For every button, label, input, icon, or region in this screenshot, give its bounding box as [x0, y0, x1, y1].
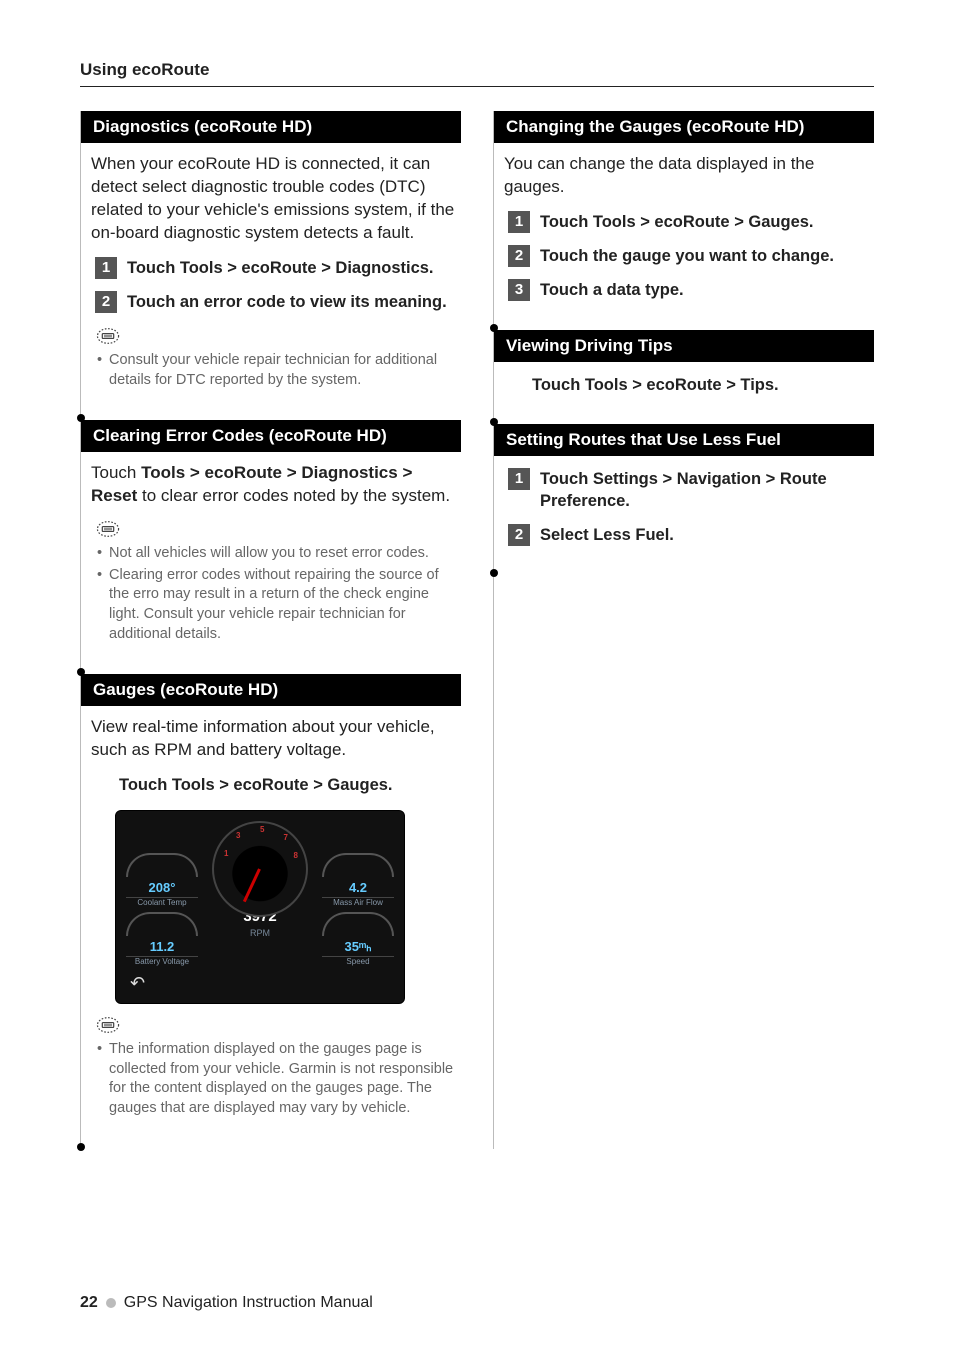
column-dot-icon: [490, 569, 498, 577]
step-number-icon: 1: [508, 468, 530, 490]
intro-text: When your ecoRoute HD is connected, it c…: [91, 153, 455, 245]
section-body: You can change the data displayed in the…: [494, 153, 874, 324]
tachometer-icon: 1 3 5 7 8: [212, 821, 308, 917]
footer-bullet-icon: [106, 1298, 116, 1308]
step-2: 2 Touch an error code to view its meanin…: [95, 291, 455, 313]
gauge-arc-icon: [126, 853, 198, 877]
gauge-value: 11.2: [126, 938, 198, 958]
gauge-coolant: 208° Coolant Temp: [126, 853, 198, 908]
gauge-arc-icon: [322, 853, 394, 877]
left-column: Diagnostics (ecoRoute HD) When your ecoR…: [80, 111, 461, 1149]
step-3: 3 Touch a data type.: [508, 279, 868, 301]
step-1: 1 Touch Tools > ecoRoute > Diagnostics.: [95, 257, 455, 279]
section-clearing-error-codes: Clearing Error Codes (ecoRoute HD) Touch…: [81, 420, 461, 674]
column-dot-icon: [77, 1143, 85, 1151]
note-icon: [95, 518, 121, 540]
step-number-icon: 2: [95, 291, 117, 313]
two-column-layout: Diagnostics (ecoRoute HD) When your ecoR…: [80, 111, 874, 1149]
intro-text: You can change the data displayed in the…: [504, 153, 868, 199]
footer-title: GPS Navigation Instruction Manual: [124, 1294, 373, 1312]
gauges-screenshot: 208° Coolant Temp 1 3 5 7 8 3972: [115, 810, 405, 1004]
gauge-arc-icon: [322, 912, 394, 936]
section-gauges: Gauges (ecoRoute HD) View real-time info…: [81, 674, 461, 1148]
step-text: Touch a data type.: [540, 279, 684, 301]
section-body: Touch Tools > ecoRoute > Tips.: [494, 374, 874, 418]
note-list: Consult your vehicle repair technician f…: [91, 351, 455, 390]
step-number-icon: 2: [508, 245, 530, 267]
section-title-changing-gauges: Changing the Gauges (ecoRoute HD): [494, 111, 874, 143]
gauge-label: Battery Voltage: [126, 958, 198, 967]
section-title-clearing: Clearing Error Codes (ecoRoute HD): [81, 420, 461, 452]
note-item: Not all vehicles will allow you to reset…: [97, 544, 455, 564]
note-icon: [95, 325, 121, 347]
section-changing-gauges: Changing the Gauges (ecoRoute HD) You ca…: [494, 111, 874, 330]
section-body: 1 Touch Settings > Navigation > Route Pr…: [494, 468, 874, 569]
step-1: 1 Touch Settings > Navigation > Route Pr…: [508, 468, 868, 513]
step-1: 1 Touch Tools > ecoRoute > Gauges.: [508, 211, 868, 233]
gauge-speed: 35ᵐₕ Speed: [322, 912, 394, 967]
section-less-fuel: Setting Routes that Use Less Fuel 1 Touc…: [494, 424, 874, 575]
gauge-label: RPM: [210, 927, 310, 939]
section-body: When your ecoRoute HD is connected, it c…: [81, 153, 461, 414]
gauge-label: Speed: [322, 958, 394, 967]
back-arrow-icon: ↶: [126, 971, 394, 995]
page-header: Using ecoRoute: [80, 60, 874, 80]
note-item: Clearing error codes without repairing t…: [97, 566, 455, 644]
body-pre: Touch: [91, 463, 141, 482]
section-diagnostics: Diagnostics (ecoRoute HD) When your ecoR…: [81, 111, 461, 420]
note-item: Consult your vehicle repair technician f…: [97, 351, 455, 390]
section-title-gauges: Gauges (ecoRoute HD): [81, 674, 461, 706]
step-2: 2 Touch the gauge you want to change.: [508, 245, 868, 267]
note-item: The information displayed on the gauges …: [97, 1040, 455, 1118]
section-title-less-fuel: Setting Routes that Use Less Fuel: [494, 424, 874, 456]
page-footer: 22 GPS Navigation Instruction Manual: [80, 1294, 373, 1312]
step-number-icon: 2: [508, 524, 530, 546]
section-driving-tips: Viewing Driving Tips Touch Tools > ecoRo…: [494, 330, 874, 424]
gauge-label: Coolant Temp: [126, 899, 198, 908]
body-post: to clear error codes noted by the system…: [137, 486, 450, 505]
step-text: Touch Tools > ecoRoute > Tips.: [532, 374, 779, 396]
step-single: Touch Tools > ecoRoute > Gauges.: [119, 774, 455, 796]
header-rule: [80, 86, 874, 87]
step-number-icon: 3: [508, 279, 530, 301]
step-single: Touch Tools > ecoRoute > Tips.: [532, 374, 868, 396]
gauge-battery: 11.2 Battery Voltage: [126, 912, 198, 967]
gauge-arc-icon: [126, 912, 198, 936]
gauge-massair: 4.2 Mass Air Flow: [322, 853, 394, 908]
step-text: Touch an error code to view its meaning.: [127, 291, 447, 313]
step-number-icon: 1: [508, 211, 530, 233]
step-number-icon: 1: [95, 257, 117, 279]
note-icon: [95, 1014, 121, 1036]
step-text: Select Less Fuel.: [540, 524, 674, 546]
step-2: 2 Select Less Fuel.: [508, 524, 868, 546]
gauge-value: 4.2: [322, 879, 394, 899]
gauge-label: Mass Air Flow: [322, 899, 394, 908]
gauge-rpm: 1 3 5 7 8 3972 RPM: [210, 821, 310, 939]
intro-text: View real-time information about your ve…: [91, 716, 455, 762]
gauge-value: 208°: [126, 879, 198, 899]
gauge-value: 35ᵐₕ: [322, 938, 394, 958]
note-list: The information displayed on the gauges …: [91, 1040, 455, 1118]
section-title-tips: Viewing Driving Tips: [494, 330, 874, 362]
step-text: Touch Settings > Navigation > Route Pref…: [540, 468, 868, 513]
section-body: Touch Tools > ecoRoute > Diagnostics > R…: [81, 462, 461, 668]
right-column: Changing the Gauges (ecoRoute HD) You ca…: [493, 111, 874, 1149]
step-text: Touch Tools > ecoRoute > Gauges.: [540, 211, 814, 233]
page-number: 22: [80, 1294, 98, 1312]
step-text: Touch the gauge you want to change.: [540, 245, 834, 267]
step-text: Touch Tools > ecoRoute > Diagnostics.: [127, 257, 434, 279]
section-title-diagnostics: Diagnostics (ecoRoute HD): [81, 111, 461, 143]
note-list: Not all vehicles will allow you to reset…: [91, 544, 455, 644]
step-text: Touch Tools > ecoRoute > Gauges.: [119, 774, 393, 796]
section-body: View real-time information about your ve…: [81, 716, 461, 1142]
